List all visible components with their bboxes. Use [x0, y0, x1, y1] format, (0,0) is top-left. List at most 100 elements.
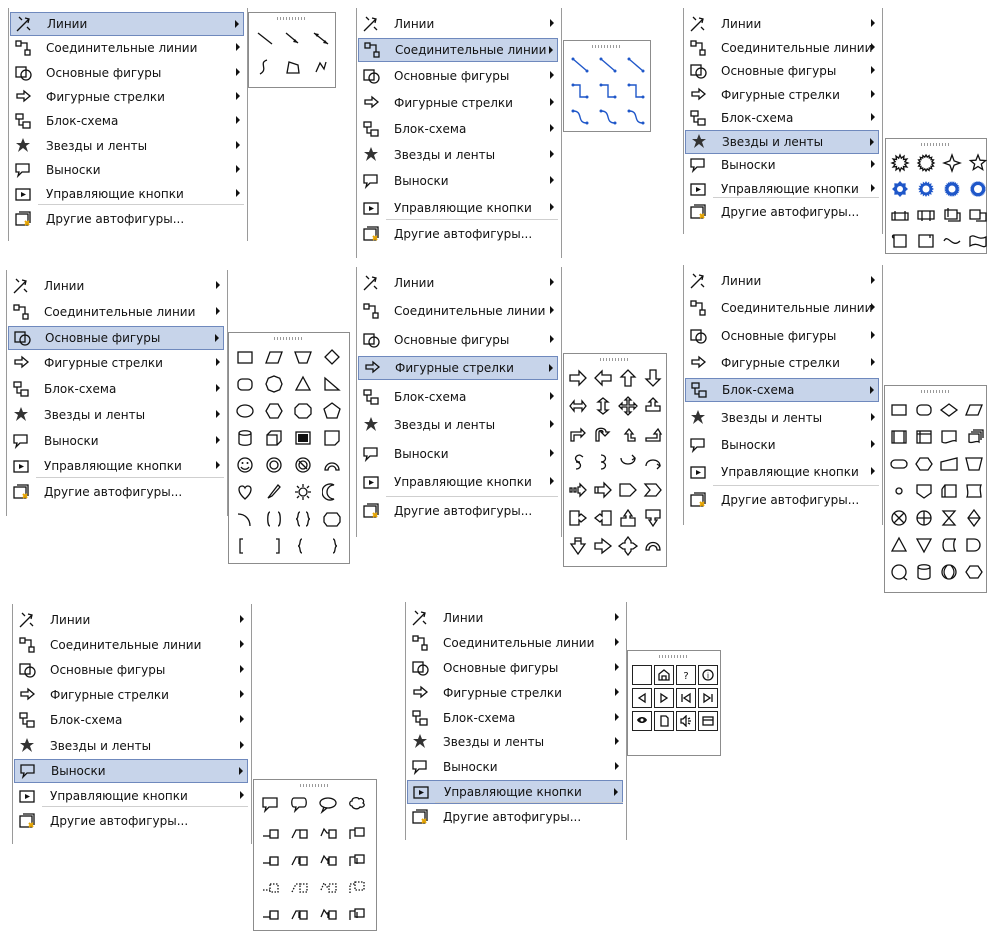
action-button[interactable]: [632, 711, 652, 731]
menu-item-2[interactable]: Соединительные линии: [407, 631, 623, 655]
star-shape-button[interactable]: [888, 229, 912, 253]
action-button[interactable]: i: [698, 665, 718, 685]
connector-shape-button[interactable]: [596, 105, 620, 129]
block-arrow-button[interactable]: [566, 534, 590, 558]
flowchart-shape-button[interactable]: [912, 533, 936, 557]
menu-item-2[interactable]: Соединительные линии: [8, 300, 224, 324]
menu-item-8[interactable]: Управляющие кнопки: [14, 784, 248, 808]
palette-grip[interactable]: [659, 655, 689, 658]
callout-shape-button[interactable]: [345, 820, 369, 844]
menu-item-4[interactable]: Фигурные стрелки: [358, 356, 558, 381]
star-shape-button[interactable]: [914, 177, 938, 201]
menu-item-2[interactable]: Соединительные линии: [10, 36, 244, 60]
flowchart-shape-button[interactable]: [962, 479, 986, 503]
callout-shape-button[interactable]: [287, 901, 311, 925]
menu-item-1[interactable]: Линии: [10, 12, 244, 36]
basic-shape-button[interactable]: [262, 480, 286, 504]
menu-item-5[interactable]: Блок-схема: [358, 385, 558, 409]
line-shape-button[interactable]: [309, 27, 333, 51]
menu-item-8[interactable]: Управляющие кнопки: [685, 460, 879, 484]
flowchart-shape-button[interactable]: [962, 452, 986, 476]
menu-item-6[interactable]: Звезды и ленты: [358, 413, 558, 437]
basic-shape-button[interactable]: [291, 453, 315, 477]
menu-item-9[interactable]: Другие автофигуры...: [685, 200, 879, 224]
menu-item-9[interactable]: Другие автофигуры...: [358, 499, 558, 523]
star-shape-button[interactable]: [914, 151, 938, 175]
menu-item-7[interactable]: Выноски: [685, 153, 879, 177]
star-shape-button[interactable]: [888, 177, 912, 201]
basic-shape-button[interactable]: [320, 345, 344, 369]
menu-item-8[interactable]: Управляющие кнопки: [358, 196, 558, 220]
flowchart-shape-button[interactable]: [887, 398, 911, 422]
menu-item-4[interactable]: Фигурные стрелки: [358, 91, 558, 115]
menu-item-3[interactable]: Основные фигуры: [14, 658, 248, 682]
menu-item-2[interactable]: Соединительные линии: [14, 633, 248, 657]
block-arrow-button[interactable]: [566, 506, 590, 530]
action-button[interactable]: [698, 688, 718, 708]
menu-item-6[interactable]: Звезды и ленты: [358, 143, 558, 167]
menu-item-6[interactable]: Звезды и ленты: [407, 730, 623, 754]
menu-item-1[interactable]: Линии: [358, 12, 558, 36]
menu-item-3[interactable]: Основные фигуры: [685, 59, 879, 83]
action-button[interactable]: [654, 711, 674, 731]
flowchart-shape-button[interactable]: [962, 506, 986, 530]
flowchart-shape-button[interactable]: [962, 425, 986, 449]
star-shape-button[interactable]: [966, 177, 987, 201]
menu-item-4[interactable]: Фигурные стрелки: [685, 351, 879, 375]
basic-shape-button[interactable]: [262, 345, 286, 369]
menu-item-9[interactable]: Другие автофигуры...: [685, 488, 879, 512]
flowchart-shape-button[interactable]: [912, 506, 936, 530]
basic-shape-button[interactable]: [233, 345, 257, 369]
block-arrow-button[interactable]: [616, 506, 640, 530]
basic-shape-button[interactable]: [320, 534, 344, 558]
callout-shape-button[interactable]: [345, 792, 369, 816]
menu-item-5[interactable]: Блок-схема: [10, 109, 244, 133]
callout-shape-button[interactable]: [316, 901, 340, 925]
connector-shape-button[interactable]: [568, 79, 592, 103]
callout-shape-button[interactable]: [287, 847, 311, 871]
menu-item-4[interactable]: Фигурные стрелки: [14, 683, 248, 707]
flowchart-shape-button[interactable]: [962, 533, 986, 557]
menu-item-4[interactable]: Фигурные стрелки: [10, 85, 244, 109]
star-shape-button[interactable]: [888, 203, 912, 227]
flowchart-shape-button[interactable]: [962, 398, 986, 422]
star-shape-button[interactable]: [914, 229, 938, 253]
star-shape-button[interactable]: [966, 229, 987, 253]
flowchart-shape-button[interactable]: [887, 506, 911, 530]
callout-shape-button[interactable]: [345, 874, 369, 898]
basic-shape-button[interactable]: [233, 399, 257, 423]
palette-grip[interactable]: [274, 337, 304, 340]
basic-shape-button[interactable]: [233, 453, 257, 477]
connector-shape-button[interactable]: [624, 105, 648, 129]
palette-grip[interactable]: [921, 143, 951, 146]
action-button[interactable]: [632, 665, 652, 685]
palette-grip[interactable]: [300, 784, 330, 787]
block-arrow-button[interactable]: [616, 366, 640, 390]
basic-shape-button[interactable]: [291, 372, 315, 396]
basic-shape-button[interactable]: [233, 507, 257, 531]
menu-item-5[interactable]: Блок-схема: [407, 706, 623, 730]
block-arrow-button[interactable]: [616, 422, 640, 446]
menu-item-1[interactable]: Линии: [358, 271, 558, 295]
menu-item-3[interactable]: Основные фигуры: [685, 324, 879, 348]
basic-shape-button[interactable]: [291, 345, 315, 369]
block-arrow-button[interactable]: [641, 478, 665, 502]
menu-item-3[interactable]: Основные фигуры: [358, 64, 558, 88]
star-shape-button[interactable]: [914, 203, 938, 227]
callout-shape-button[interactable]: [287, 792, 311, 816]
basic-shape-button[interactable]: [320, 507, 344, 531]
basic-shape-button[interactable]: [262, 372, 286, 396]
star-shape-button[interactable]: [940, 151, 964, 175]
block-arrow-button[interactable]: [591, 506, 615, 530]
block-arrow-button[interactable]: [641, 534, 665, 558]
star-shape-button[interactable]: [940, 177, 964, 201]
menu-item-3[interactable]: Основные фигуры: [8, 325, 224, 350]
basic-shape-button[interactable]: [262, 399, 286, 423]
block-arrow-button[interactable]: [591, 394, 615, 418]
menu-item-7[interactable]: Выноски: [10, 158, 244, 182]
menu-item-4[interactable]: Фигурные стрелки: [8, 351, 224, 375]
menu-item-9[interactable]: Другие автофигуры...: [407, 805, 623, 829]
block-arrow-button[interactable]: [566, 478, 590, 502]
basic-shape-button[interactable]: [291, 507, 315, 531]
callout-shape-button[interactable]: [287, 820, 311, 844]
